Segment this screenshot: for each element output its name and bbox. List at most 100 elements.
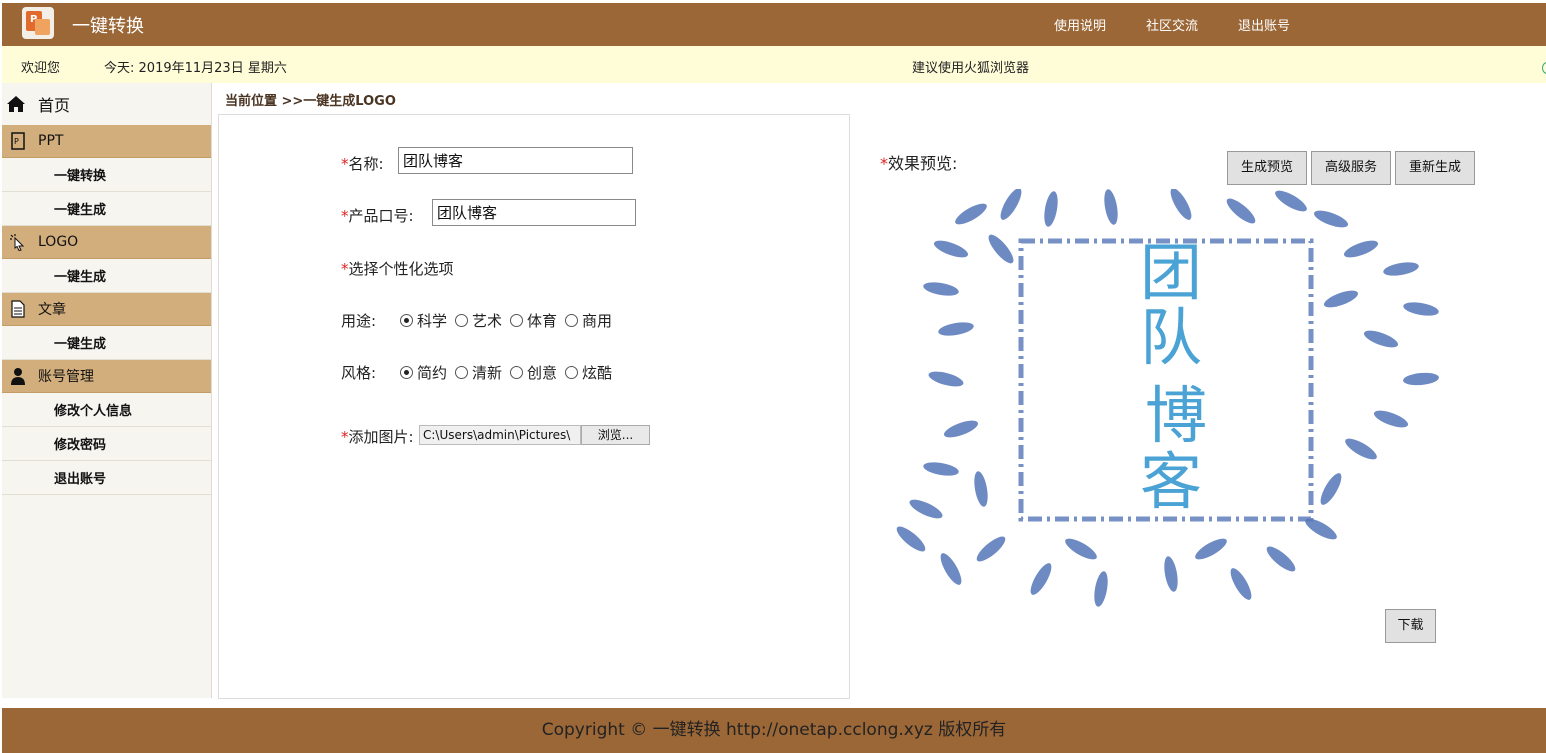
style-radio-fresh[interactable]: 清新	[455, 362, 502, 383]
leaf-shape	[928, 371, 964, 387]
usage-radio-sports[interactable]: 体育	[510, 310, 557, 331]
leaf-shape	[1373, 410, 1409, 428]
top-bar: P 一键转换 使用说明 社区交流 退出账号	[2, 3, 1546, 46]
sidebar-item-change-password[interactable]: 修改密码	[2, 427, 211, 461]
leaf-shape	[976, 536, 1006, 562]
image-label: *添加图片:	[341, 428, 414, 446]
style-label: 风格:	[341, 364, 377, 382]
leaf-shape	[943, 420, 979, 438]
logo-char: 团	[1140, 236, 1202, 309]
sidebar-item-article-generate[interactable]: 一键生成	[2, 326, 211, 360]
leaf-shape	[1266, 546, 1296, 572]
cursor-icon	[8, 232, 28, 252]
leaf-shape	[1044, 191, 1058, 227]
style-radio-creative[interactable]: 创意	[510, 362, 557, 383]
browse-button[interactable]: 浏览...	[581, 425, 650, 445]
sidebar-group-ppt[interactable]: P PPT	[2, 125, 211, 158]
nav-link-help[interactable]: 使用说明	[1054, 15, 1106, 34]
footer-copyright: Copyright © 一键转换 http://onetap.cclong.xy…	[2, 708, 1546, 753]
advanced-service-button[interactable]: 高级服务	[1311, 151, 1391, 185]
usage-radio-commercial[interactable]: 商用	[565, 310, 612, 331]
edge-indicator-icon	[1542, 62, 1546, 74]
leaf-shape	[1094, 571, 1108, 607]
today-value: 2019年11月23日 星期六	[138, 61, 287, 76]
radio-icon	[455, 314, 469, 327]
ppt-icon: P	[8, 131, 28, 151]
sidebar-group-logo[interactable]: LOGO	[2, 226, 211, 259]
style-radio-cool[interactable]: 炫酷	[565, 362, 612, 383]
leaf-shape	[1030, 563, 1052, 595]
app-title: 一键转换	[72, 16, 144, 37]
sidebar-item-ppt-generate[interactable]: 一键生成	[2, 192, 211, 226]
info-bar: 欢迎您 今天: 2019年11月23日 星期六 建议使用火狐浏览器	[2, 46, 1546, 83]
leaf-shape	[938, 322, 974, 336]
leaf-shape	[1000, 188, 1022, 220]
date-display: 今天: 2019年11月23日 星期六	[104, 57, 287, 76]
leaf-shape	[1226, 198, 1256, 224]
logo-preview-canvas: 团 队 博 客	[881, 188, 1459, 609]
sidebar-item-logo-generate[interactable]: 一键生成	[2, 259, 211, 293]
leaf-shape	[988, 234, 1014, 264]
sidebar-group-label: 文章	[38, 302, 66, 318]
leaf-shape	[955, 203, 987, 225]
style-radio-simple[interactable]: 简约	[400, 362, 447, 383]
radio-icon	[510, 314, 524, 327]
logo-form-panel: *名称: *产品口号: *选择个性化选项 用途: 科学 艺术 体育 商用 风格:…	[218, 114, 850, 699]
breadcrumb: 当前位置 >>一键生成LOGO	[225, 94, 396, 109]
leaf-shape	[1164, 556, 1178, 592]
sidebar-item-logout[interactable]: 退出账号	[2, 461, 211, 495]
welcome-text: 欢迎您	[21, 61, 61, 76]
sidebar-home-label: 首页	[38, 96, 71, 115]
leaf-shape	[1170, 188, 1192, 220]
user-icon	[8, 366, 28, 386]
radio-icon	[565, 314, 579, 327]
usage-radio-art[interactable]: 艺术	[455, 310, 502, 331]
leaf-shape	[1195, 538, 1227, 560]
radio-selected-icon	[400, 366, 413, 379]
sidebar-item-edit-profile[interactable]: 修改个人信息	[2, 393, 211, 427]
radio-icon	[455, 366, 469, 379]
radio-icon	[565, 366, 579, 379]
leaf-shape	[1403, 302, 1439, 316]
leaf-shape	[909, 499, 943, 519]
sidebar-group-label: 账号管理	[38, 369, 94, 385]
leaf-shape	[1275, 190, 1307, 212]
name-label: *名称:	[341, 155, 384, 173]
leaf-shape	[1343, 240, 1379, 258]
sidebar-group-label: LOGO	[38, 234, 79, 250]
leaf-shape	[896, 526, 926, 552]
leaf-shape	[1345, 438, 1377, 460]
radio-selected-icon	[400, 314, 413, 327]
top-nav: 使用说明 社区交流 退出账号	[1054, 15, 1330, 34]
radio-icon	[510, 366, 524, 379]
slogan-label: *产品口号:	[341, 207, 414, 225]
name-input[interactable]	[398, 147, 633, 174]
download-button[interactable]: 下载	[1385, 609, 1436, 643]
leaf-shape	[1363, 330, 1399, 348]
sidebar-group-label: PPT	[38, 133, 64, 149]
sidebar-group-account[interactable]: 账号管理	[2, 360, 211, 393]
logo-char: 博	[1145, 379, 1207, 452]
usage-radio-group: 科学 艺术 体育 商用	[400, 310, 620, 331]
browser-tip: 建议使用火狐浏览器	[912, 61, 1030, 76]
nav-link-community[interactable]: 社区交流	[1146, 15, 1198, 34]
generate-preview-button[interactable]: 生成预览	[1227, 151, 1307, 185]
sidebar-group-article[interactable]: 文章	[2, 293, 211, 326]
leaf-shape	[1313, 210, 1349, 228]
preview-label: *效果预览:	[880, 154, 958, 173]
leaf-shape	[1104, 189, 1118, 225]
app-logo-icon[interactable]: P	[22, 7, 54, 39]
image-path-field[interactable]: C:\Users\admin\Pictures\	[419, 425, 581, 445]
slogan-input[interactable]	[432, 199, 636, 226]
sidebar-item-home[interactable]: 首页	[2, 83, 211, 125]
regenerate-button[interactable]: 重新生成	[1395, 151, 1475, 185]
logo-char: 队	[1140, 301, 1202, 374]
leaf-shape	[1320, 473, 1342, 505]
usage-label: 用途:	[341, 312, 377, 330]
leaf-shape	[1230, 568, 1252, 600]
nav-link-logout[interactable]: 退出账号	[1238, 15, 1290, 34]
usage-radio-science[interactable]: 科学	[400, 310, 447, 331]
home-icon	[7, 96, 25, 112]
sidebar-item-ppt-convert[interactable]: 一键转换	[2, 158, 211, 192]
logo-preview-image: 团 队 博 客	[896, 188, 1439, 607]
